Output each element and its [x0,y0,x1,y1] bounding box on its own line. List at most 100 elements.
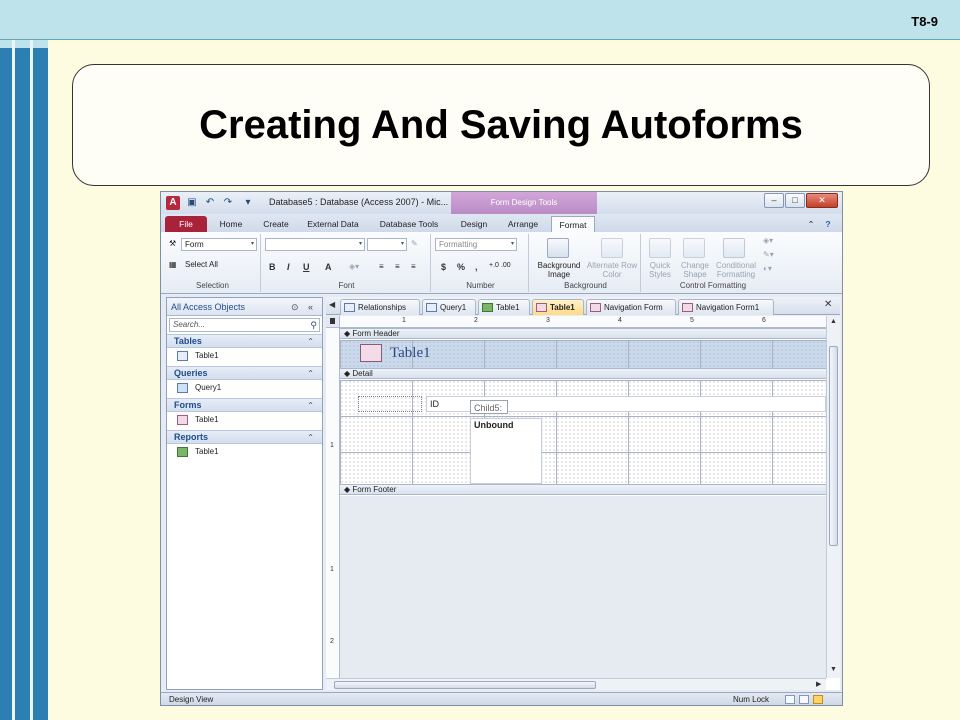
alternate-row-color-icon[interactable] [601,238,623,258]
tab-arrange[interactable]: Arrange [503,216,543,232]
nav-category-reports[interactable]: Reports ⌃ [167,430,322,444]
form-logo-icon[interactable] [360,344,382,362]
comma-button[interactable]: , [475,262,478,272]
tab-database-tools[interactable]: Database Tools [373,216,445,232]
minimize-ribbon-icon[interactable]: ⌃ [805,216,817,232]
form-design-surface[interactable]: 1 2 3 4 5 6 1 1 2 ◆ Form Header Table1 ◆… [326,316,840,690]
tab-format[interactable]: Format [551,216,595,232]
maximize-button[interactable]: □ [785,193,805,208]
id-textbox[interactable] [358,396,422,412]
form-footer-section[interactable] [340,496,826,678]
customize-toolbar-icon[interactable]: ▾ [241,196,255,210]
minimize-button[interactable]: – [764,193,784,208]
tab-external-data[interactable]: External Data [303,216,363,232]
nav-item-form-table1[interactable]: Table1 [167,412,322,428]
nav-item-table1[interactable]: Table1 [167,348,322,364]
percent-button[interactable]: % [457,262,465,272]
quick-styles-icon[interactable] [649,238,671,258]
tab-home[interactable]: Home [213,216,249,232]
close-button[interactable]: ✕ [806,193,838,208]
subform-unbound[interactable]: Unbound [470,418,542,484]
decimal-buttons[interactable]: +.0 .00 [489,262,511,269]
undo-icon[interactable]: ↶ [203,196,217,210]
help-icon[interactable]: ? [821,216,835,232]
doc-tab-navigation-form1[interactable]: Navigation Form1 [678,299,774,315]
conditional-formatting-button[interactable]: Conditional Formatting [711,261,761,279]
change-shape-button[interactable]: Change Shape [677,261,713,279]
background-image-icon[interactable] [547,238,569,258]
form-title-label[interactable]: Table1 [390,345,431,362]
change-shape-icon[interactable] [683,238,705,258]
doc-tab-relationships[interactable]: Relationships [340,299,420,315]
align-right-icon[interactable]: ≡ [411,262,416,271]
close-document-icon[interactable]: ✕ [824,299,832,310]
font-color-button[interactable]: A [325,262,332,272]
form-header-bar[interactable]: ◆ Form Header [340,328,826,339]
tab-create[interactable]: Create [257,216,295,232]
nav-item-report-table1[interactable]: Table1 [167,444,322,460]
currency-button[interactable]: $ [441,262,446,272]
scroll-up-icon[interactable]: ▲ [830,318,837,325]
select-all-button[interactable]: Select All [185,260,218,269]
detail-section[interactable]: ID Child5: Unbound [340,380,826,484]
group-label: Number [466,281,495,290]
slide-title: Creating And Saving Autoforms [199,102,803,147]
search-icon[interactable]: ⚲ [310,319,317,331]
tab-design[interactable]: Design [455,216,493,232]
nav-category-queries[interactable]: Queries ⌃ [167,366,322,380]
form-header-section[interactable]: Table1 [340,340,826,368]
scroll-right-icon[interactable]: ▶ [816,680,821,688]
scroll-down-icon[interactable]: ▼ [830,666,837,673]
horizontal-scrollbar[interactable]: ▶ [326,678,826,690]
shape-outline-icon[interactable]: ✎▾ [763,250,774,259]
child5-label[interactable]: Child5: [470,400,508,414]
doc-tab-query1[interactable]: Query1 [422,299,476,315]
bold-button[interactable]: B [269,262,276,272]
background-image-button[interactable]: Background Image [533,261,585,279]
vertical-scrollbar[interactable]: ▲ ▼ [826,316,840,678]
form-footer-bar[interactable]: ◆ Form Footer [340,484,826,495]
nav-pane-header[interactable]: All Access Objects ⊙ « [167,298,322,316]
save-icon[interactable]: ▣ [185,196,199,210]
shape-effects-icon[interactable]: ◐▾ [763,264,772,273]
context-tab-form-design-tools: Form Design Tools [451,192,597,214]
layout-view-icon[interactable] [799,695,809,704]
nav-category-forms[interactable]: Forms ⌃ [167,398,322,412]
quick-styles-button[interactable]: Quick Styles [643,261,677,279]
nav-collapse-icon[interactable]: « [308,298,313,316]
alternate-row-color-button[interactable]: Alternate Row Color [585,261,639,279]
conditional-formatting-icon[interactable] [723,238,745,258]
design-view-icon[interactable] [813,695,823,704]
font-name-combo[interactable]: ▾ [265,238,365,251]
ruler-corner[interactable] [326,316,340,328]
doc-tab-table1-table[interactable]: Table1 [478,299,530,315]
detail-bar[interactable]: ◆ Detail [340,368,826,379]
doc-tab-navigation-form[interactable]: Navigation Form [586,299,676,315]
italic-button[interactable]: I [287,262,290,272]
vertical-scroll-thumb[interactable] [829,346,838,546]
selection-icon: ⚒ [169,239,177,248]
status-view: Design View [169,695,214,704]
fill-color-icon[interactable]: ◈▾ [349,262,359,271]
form-view-icon[interactable] [785,695,795,704]
align-left-icon[interactable]: ≡ [379,262,384,271]
shape-fill-icon[interactable]: ◈▾ [763,236,773,245]
section-label: Detail [352,369,373,378]
underline-button[interactable]: U [303,262,310,272]
access-app-icon[interactable]: A [166,196,180,210]
horizontal-scroll-thumb[interactable] [334,681,596,689]
ruler-number: 3 [546,317,550,324]
number-format-combo[interactable]: Formatting ▾ [435,238,517,251]
nav-search-input[interactable]: Search... ⚲ [169,318,320,332]
doc-tab-table1-form[interactable]: Table1 [532,299,584,315]
nav-dropdown-icon[interactable]: ⊙ [291,298,299,316]
object-combo[interactable]: Form ▾ [181,238,257,251]
tab-file[interactable]: File [165,216,207,232]
tabs-scroll-left-icon[interactable]: ◀ [329,300,335,309]
font-size-combo[interactable]: ▾ [367,238,407,251]
align-center-icon[interactable]: ≡ [395,262,400,271]
nav-category-tables[interactable]: Tables ⌃ [167,334,322,348]
redo-icon[interactable]: ↷ [221,196,235,210]
nav-item-query1[interactable]: Query1 [167,380,322,396]
format-painter-icon[interactable]: ✎ [411,239,418,248]
